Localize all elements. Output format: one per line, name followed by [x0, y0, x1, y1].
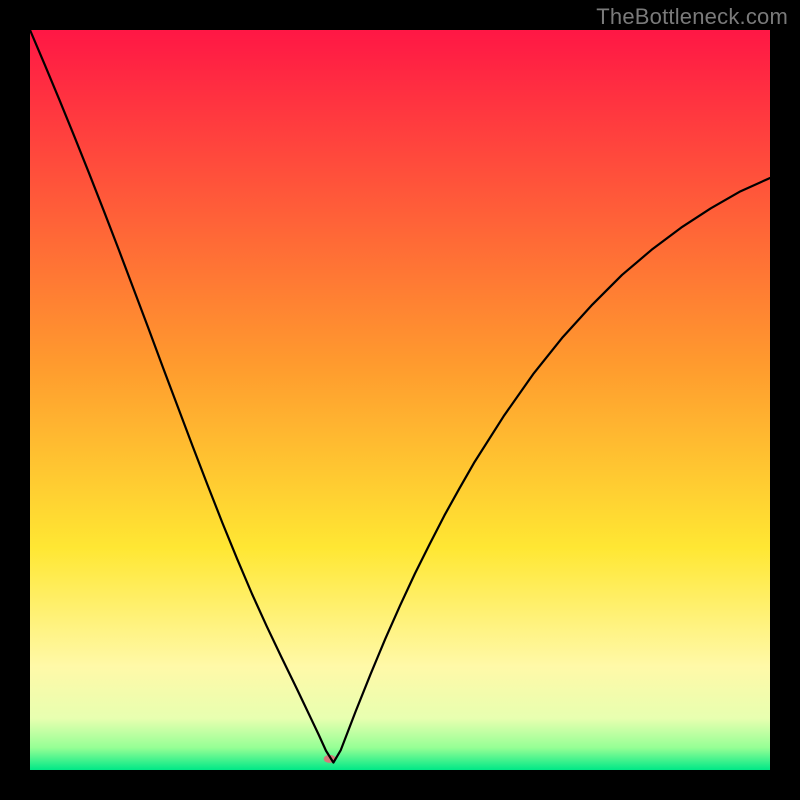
watermark-text: TheBottleneck.com — [596, 4, 788, 30]
chart-svg — [30, 30, 770, 770]
chart-frame: TheBottleneck.com — [0, 0, 800, 800]
chart-plot-area — [30, 30, 770, 770]
chart-background-gradient — [30, 30, 770, 770]
